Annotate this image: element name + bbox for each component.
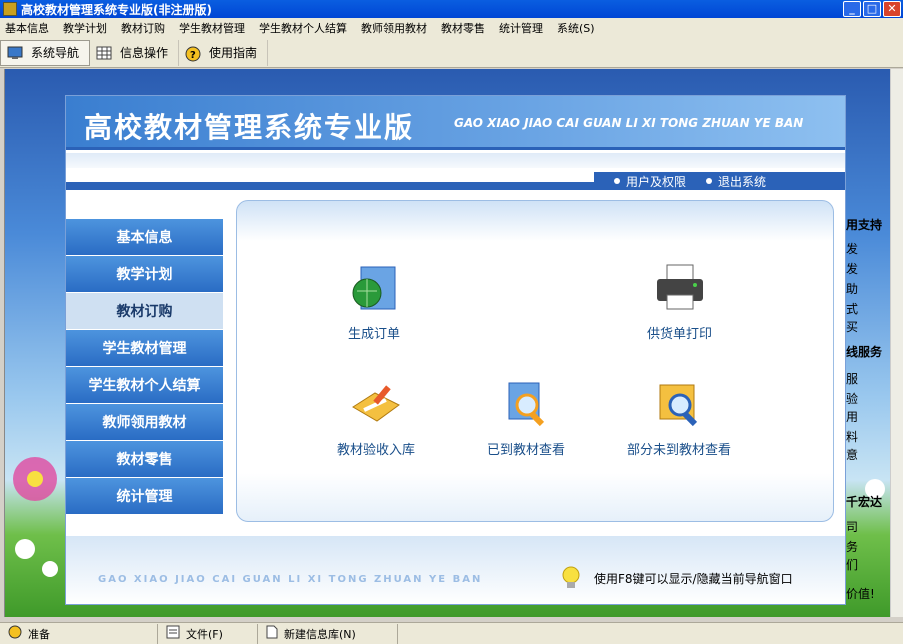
top-nav: 用户及权限 退出系统 <box>594 172 845 190</box>
menu-bar: 基本信息 教学计划 教材订购 学生教材管理 学生教材个人结算 教师领用教材 教材… <box>0 18 903 38</box>
vertical-scrollbar[interactable] <box>890 69 903 617</box>
system-nav-label: 系统导航 <box>31 46 80 60</box>
menu-textbook-order[interactable]: 教材订购 <box>116 20 174 36</box>
sidebar: 基本信息 教学计划 教材订购 学生教材管理 学生教材个人结算 教师领用教材 教材… <box>66 218 223 514</box>
menu-basic-info[interactable]: 基本信息 <box>0 20 58 36</box>
menu-student-settle[interactable]: 学生教材个人结算 <box>254 20 356 36</box>
title-bar: 高校教材管理系统专业版(非注册版) _ □ ✕ <box>0 0 903 18</box>
search-folder-icon <box>652 377 706 431</box>
app-icon <box>3 2 17 16</box>
help-label: 使用指南 <box>209 46 258 60</box>
globe-document-icon <box>347 261 401 315</box>
menu-system[interactable]: 系统(S) <box>552 20 604 36</box>
help-button[interactable]: ? 使用指南 <box>179 39 269 66</box>
grid-icon <box>96 46 112 60</box>
bg-text-17: 价值! <box>846 587 875 601</box>
app-title-pinyin: GAO XIAO JIAO CAI GUAN LI XI TONG ZHUAN … <box>454 116 804 130</box>
bullet-icon <box>706 178 713 184</box>
generate-order-button[interactable]: 生成订单 <box>347 261 401 342</box>
search-document-icon <box>499 377 553 431</box>
printer-icon <box>653 261 707 315</box>
sub-banner <box>66 153 845 168</box>
bg-text-2: 发 <box>846 242 859 256</box>
sidebar-item-retail[interactable]: 教材零售 <box>66 440 223 477</box>
document-icon <box>266 625 278 642</box>
menu-retail[interactable]: 教材零售 <box>436 20 494 36</box>
status-ready: 准备 <box>0 623 158 644</box>
operations-panel: 生成订单 供货单打印 教材验收入库 已到教材查看 部分未到教材查看 <box>236 200 834 522</box>
file-icon <box>166 625 180 642</box>
bg-text-16: 们 <box>846 558 859 572</box>
bg-text-10: 用 <box>846 410 859 424</box>
info-op-button[interactable]: 信息操作 <box>90 39 180 66</box>
sidebar-item-student-settle[interactable]: 学生教材个人结算 <box>66 366 223 403</box>
bg-text-14: 司 <box>846 520 859 534</box>
bg-text-6: 买 <box>846 320 859 334</box>
menu-teacher-textbook[interactable]: 教师领用教材 <box>356 20 436 36</box>
minimize-button[interactable]: _ <box>843 1 861 17</box>
bullet-icon <box>614 178 620 184</box>
menu-statistics[interactable]: 统计管理 <box>494 20 552 36</box>
main-panel: 高校教材管理系统专业版 GAO XIAO JIAO CAI GUAN LI XI… <box>65 95 846 605</box>
status-newdb-label: 新建信息库(N) <box>284 627 356 641</box>
maximize-button[interactable]: □ <box>863 1 881 17</box>
bg-text-1: 用支持 <box>846 218 883 232</box>
bg-text-4: 助 <box>846 282 859 296</box>
bg-text-8: 服 <box>846 372 859 386</box>
accept-stock-label: 教材验收入库 <box>337 443 416 458</box>
status-ready-label: 准备 <box>28 627 50 641</box>
arrived-view-label: 已到教材查看 <box>487 443 566 458</box>
accept-stock-button[interactable]: 教材验收入库 <box>337 377 415 458</box>
bg-text-5: 式 <box>846 302 859 316</box>
bg-text-11: 料 <box>846 430 859 444</box>
menu-student-textbook[interactable]: 学生教材管理 <box>174 20 254 36</box>
status-bar: 准备 文件(F) 新建信息库(N) <box>0 622 903 644</box>
print-supply-label: 供货单打印 <box>647 327 713 342</box>
status-file[interactable]: 文件(F) <box>158 623 258 644</box>
bg-text-13: 千宏达 <box>846 495 883 509</box>
not-arrived-view-button[interactable]: 部分未到教材查看 <box>627 377 731 458</box>
sidebar-item-statistics[interactable]: 统计管理 <box>66 477 223 514</box>
sidebar-item-basic-info[interactable]: 基本信息 <box>66 218 223 255</box>
bg-text-3: 发 <box>846 262 859 276</box>
header-banner: 高校教材管理系统专业版 GAO XIAO JIAO CAI GUAN LI XI… <box>66 96 845 150</box>
sidebar-item-student-textbook[interactable]: 学生教材管理 <box>66 329 223 366</box>
footer-pinyin: GAO XIAO JIAO CAI GUAN LI XI TONG ZHUAN … <box>98 574 483 585</box>
sidebar-item-teaching-plan[interactable]: 教学计划 <box>66 255 223 292</box>
lightbulb-icon <box>560 566 582 594</box>
arrived-view-button[interactable]: 已到教材查看 <box>487 377 565 458</box>
status-newdb[interactable]: 新建信息库(N) <box>258 623 398 644</box>
folder-pencil-icon <box>349 377 403 431</box>
close-button[interactable]: ✕ <box>883 1 901 17</box>
exit-link[interactable]: 退出系统 <box>718 173 766 190</box>
bg-text-12: 意 <box>846 448 859 462</box>
status-icon <box>8 625 22 642</box>
info-op-label: 信息操作 <box>120 46 169 60</box>
users-link[interactable]: 用户及权限 <box>626 173 686 190</box>
system-nav-button[interactable]: 系统导航 <box>0 39 91 66</box>
print-supply-button[interactable]: 供货单打印 <box>647 261 712 342</box>
window-title: 高校教材管理系统专业版(非注册版) <box>21 2 212 17</box>
footer: GAO XIAO JIAO CAI GUAN LI XI TONG ZHUAN … <box>66 536 845 604</box>
app-title: 高校教材管理系统专业版 <box>84 111 415 144</box>
status-file-label: 文件(F) <box>186 627 223 641</box>
not-arrived-view-label: 部分未到教材查看 <box>627 443 732 458</box>
footer-tip: 使用F8键可以显示/隐藏当前导航窗口 <box>594 572 793 586</box>
sidebar-item-textbook-order[interactable]: 教材订购 <box>66 292 223 329</box>
menu-teaching-plan[interactable]: 教学计划 <box>58 20 116 36</box>
generate-order-label: 生成订单 <box>347 327 400 342</box>
bg-text-7: 线服务 <box>846 345 883 359</box>
help-icon: ? <box>185 46 201 61</box>
bg-text-15: 务 <box>846 540 859 554</box>
monitor-icon <box>7 46 23 60</box>
toolbar: 系统导航 信息操作 ? 使用指南 <box>0 38 903 68</box>
bg-text-9: 验 <box>846 392 859 406</box>
svg-text:?: ? <box>190 50 196 61</box>
sidebar-item-teacher-textbook[interactable]: 教师领用教材 <box>66 403 223 440</box>
